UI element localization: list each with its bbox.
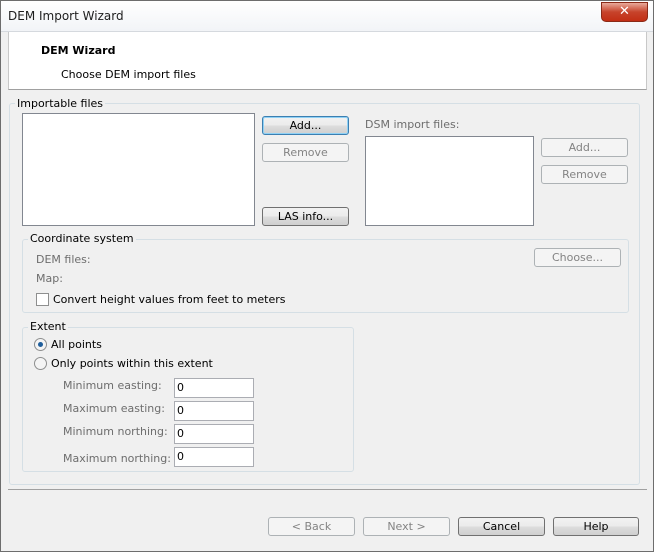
min-northing-label: Minimum northing: (63, 425, 168, 438)
help-button[interactable]: Help (553, 517, 639, 536)
dsm-import-files-label: DSM import files: (365, 118, 460, 131)
convert-feet-label: Convert height values from feet to meter… (53, 293, 286, 306)
close-button[interactable]: ✕ (601, 2, 648, 22)
wizard-header: DEM Wizard Choose DEM import files (8, 32, 647, 90)
back-button[interactable]: < Back (268, 517, 355, 536)
max-northing-label: Maximum northing: (63, 452, 171, 465)
only-points-radio[interactable] (34, 357, 47, 370)
wizard-title: DEM Wizard (41, 44, 116, 57)
las-info-button[interactable]: LAS info... (262, 207, 349, 226)
max-northing-input[interactable]: 0 (174, 447, 254, 467)
remove-button[interactable]: Remove (262, 143, 349, 162)
map-label: Map: (36, 272, 63, 285)
window-title: DEM Import Wizard (8, 9, 124, 23)
max-easting-label: Maximum easting: (63, 402, 165, 415)
footer-divider (8, 489, 647, 490)
min-easting-input[interactable]: 0 (174, 378, 254, 398)
importable-files-label: Importable files (15, 97, 106, 110)
coordinate-system-label: Coordinate system (28, 232, 136, 245)
all-points-label: All points (51, 338, 102, 351)
cancel-button[interactable]: Cancel (458, 517, 545, 536)
dsm-remove-button[interactable]: Remove (541, 165, 628, 184)
min-northing-input[interactable]: 0 (174, 424, 254, 444)
dsm-import-files-list[interactable] (365, 136, 534, 226)
extent-label: Extent (28, 320, 68, 333)
choose-button[interactable]: Choose... (534, 248, 621, 267)
min-easting-label: Minimum easting: (63, 379, 162, 392)
only-points-label: Only points within this extent (51, 357, 213, 370)
importable-files-list[interactable] (22, 113, 255, 226)
title-bar: DEM Import Wizard ✕ (1, 1, 653, 32)
close-icon: ✕ (619, 4, 630, 19)
convert-feet-checkbox[interactable] (36, 293, 49, 306)
next-button[interactable]: Next > (363, 517, 450, 536)
dem-import-wizard-window: DEM Import Wizard ✕ DEM Wizard Choose DE… (0, 0, 654, 552)
dsm-add-button[interactable]: Add... (541, 138, 628, 157)
add-button[interactable]: Add... (262, 116, 349, 135)
max-easting-input[interactable]: 0 (174, 401, 254, 421)
wizard-subtitle: Choose DEM import files (61, 68, 196, 81)
dem-files-label: DEM files: (36, 253, 91, 266)
all-points-radio[interactable] (34, 338, 47, 351)
